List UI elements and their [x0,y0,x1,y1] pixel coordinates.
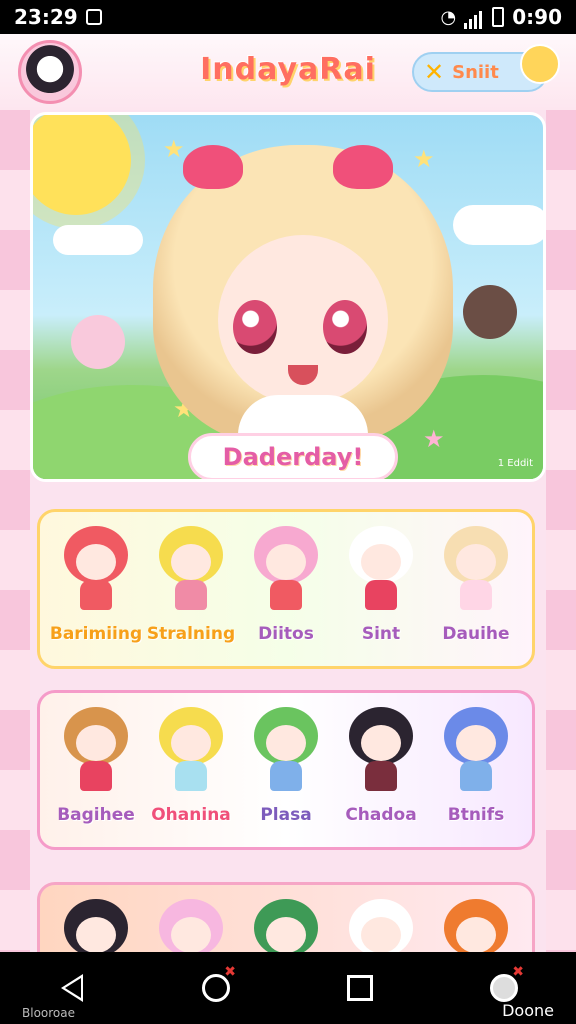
hero-bubble-text: Daderday! [222,443,364,471]
battery-time: 0:90 [512,5,562,29]
character-card[interactable]: Chadoa [337,703,425,825]
character-outfit [270,761,302,791]
eye-left [233,300,277,354]
character-card[interactable]: Plasa [242,703,330,825]
small-chibi-right [463,285,517,339]
character-card[interactable]: Dauihe [432,522,520,644]
cloud-decoration [453,205,543,245]
recents-button[interactable] [330,958,390,1018]
character-face [76,917,116,953]
character-outfit [460,580,492,610]
side-decoration-right [546,110,576,952]
character-face [456,544,496,580]
character-label: Chadoa [345,805,417,825]
status-time: 23:29 [14,5,78,29]
close-icon: ✕ [424,58,445,86]
side-decoration-left [0,110,30,952]
signal-icon [464,5,484,29]
nav-caption-right: Doone [502,1001,554,1020]
character-face [266,725,306,761]
character-avatar [343,703,419,795]
character-avatar [438,522,514,614]
header-action-button[interactable]: ✕ Sniit [412,44,560,92]
hero-speech-bubble: Daderday! [188,433,398,479]
character-row: Bagihee Ohanina Plasa Chadoa Btnifs [52,703,520,825]
character-outfit [175,761,207,791]
character-outfit [175,580,207,610]
wifi-icon: ◔ [440,6,457,28]
character-card[interactable]: Ohanina [147,703,235,825]
character-label: Ohanina [151,805,231,825]
sun-icon [33,115,131,215]
character-outfit [365,761,397,791]
character-panel-2: Bagihee Ohanina Plasa Chadoa Btnifs [37,690,535,850]
app-header: IndayaRai ✕ Sniit [0,34,576,110]
character-label: Barimiing [49,624,143,644]
character-outfit [460,761,492,791]
character-face [171,544,211,580]
character-face [361,544,401,580]
home-button[interactable]: ✖ [186,958,246,1018]
back-icon [61,974,83,1002]
character-face [266,917,306,953]
character-avatar [153,703,229,795]
badge-icon: ✖ [224,964,236,980]
character-face [361,917,401,953]
recents-icon [347,975,373,1001]
character-face [361,725,401,761]
bow-icon [333,145,393,189]
battery-icon [492,7,505,27]
nav-caption-left: Blooroae [22,1006,75,1020]
character-label: Stralning [146,624,236,644]
character-face [266,544,306,580]
character-avatar [248,522,324,614]
hero-banner[interactable]: ★ ★ ★ ★ Daderday! 1 Eddit [30,112,546,482]
status-bar: 23:29 ◔ 0:90 [0,0,576,34]
mascot-icon [520,44,560,84]
bow-icon [183,145,243,189]
character-label: Dauihe [442,624,510,644]
badge-icon: ✖ [512,964,524,980]
header-button-label: Sniit [452,61,499,83]
character-outfit [80,761,112,791]
character-face [76,725,116,761]
character-card[interactable]: Btnifs [432,703,520,825]
character-face [456,917,496,953]
character-face [76,544,116,580]
character-card[interactable]: Diitos [242,522,330,644]
notification-icon [85,9,102,25]
star-icon: ★ [423,425,445,453]
character-label: Diitos [258,624,314,644]
eye-right [323,300,367,354]
character-card[interactable]: Barimiing [49,522,143,644]
character-face [171,917,211,953]
character-face [456,725,496,761]
star-icon: ★ [163,135,185,163]
character-label: Btnifs [447,805,505,825]
character-label: Sint [361,624,401,644]
character-avatar [58,703,134,795]
character-card[interactable]: Stralning [147,522,235,644]
character-label: Plasa [260,805,312,825]
character-card[interactable]: Bagihee [52,703,140,825]
character-label: Bagihee [57,805,135,825]
character-row: Barimiing Stralning Diitos Sint Dauihe [49,522,520,644]
navigation-bar: ✖ ✖ Blooroae Doone [0,952,576,1024]
character-avatar [58,522,134,614]
character-avatar [343,522,419,614]
star-icon: ★ [413,145,435,173]
character-outfit [365,580,397,610]
cloud-decoration [53,225,143,255]
character-avatar [153,522,229,614]
hero-corner-mark: 1 Eddit [497,458,533,469]
character-panel-1: Barimiing Stralning Diitos Sint Dauihe [37,509,535,669]
small-chibi-left [71,315,125,369]
character-avatar [248,703,324,795]
character-card[interactable]: Sint [337,522,425,644]
character-face [171,725,211,761]
character-outfit [270,580,302,610]
character-outfit [80,580,112,610]
character-avatar [438,703,514,795]
